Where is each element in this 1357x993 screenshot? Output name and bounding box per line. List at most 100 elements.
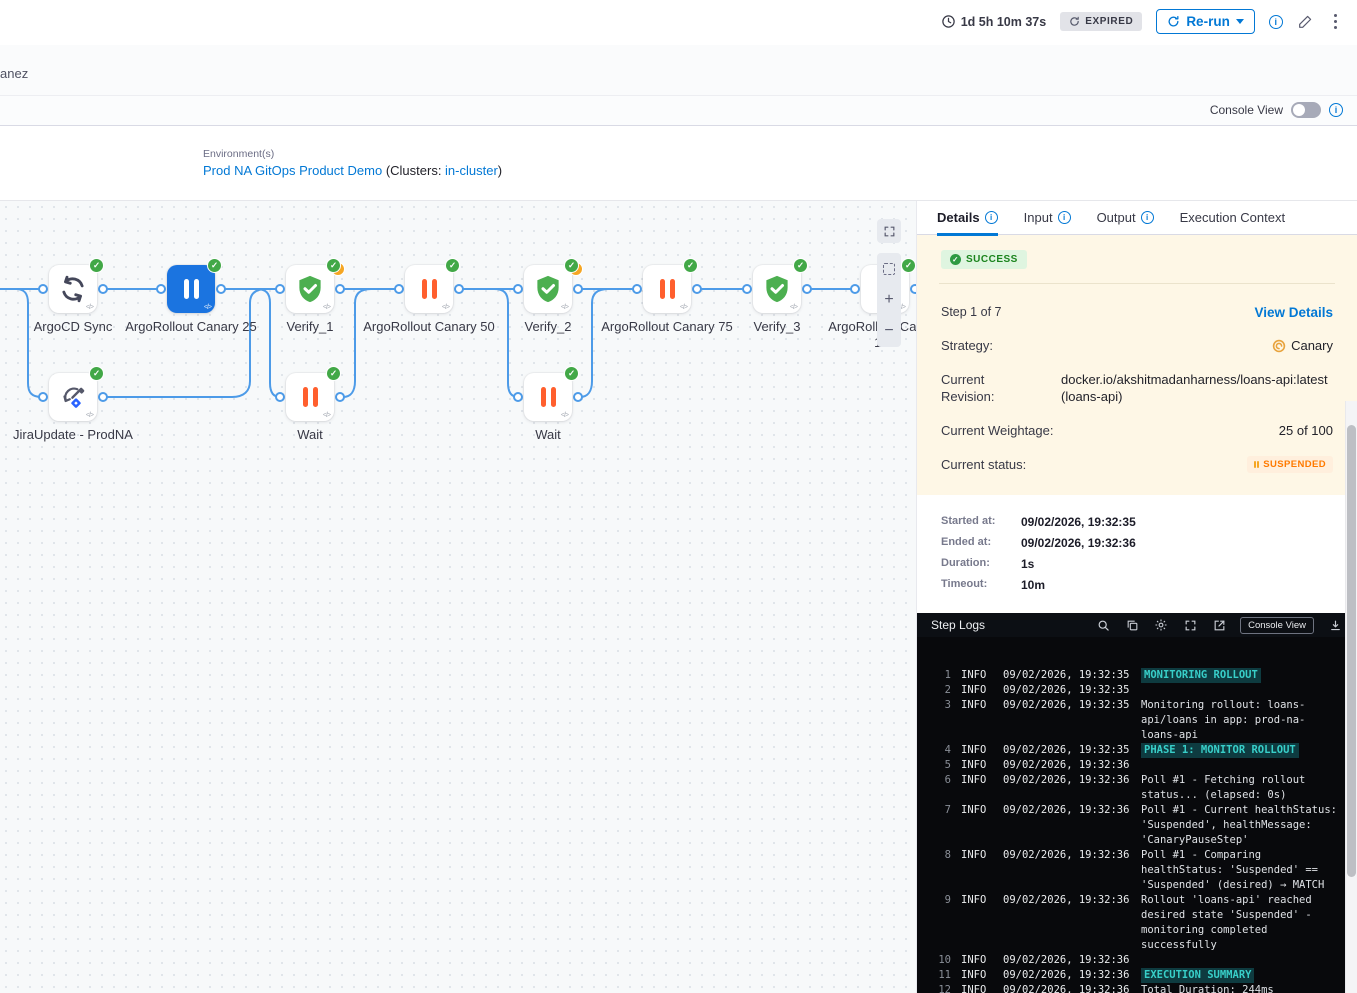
- log-message: Poll #1 - Current healthStatus: 'Suspend…: [1141, 803, 1343, 848]
- console-view-info-icon[interactable]: [1329, 103, 1343, 117]
- log-level: INFO: [961, 743, 993, 758]
- log-level: INFO: [961, 668, 993, 683]
- open-in-new-icon[interactable]: [1211, 617, 1227, 633]
- revision-value: docker.io/akshitmadanharness/loans-api:l…: [1061, 371, 1333, 405]
- log-search-icon[interactable]: [1095, 617, 1111, 633]
- template-icon: [442, 304, 449, 311]
- pipeline-node-verify-1[interactable]: Verify_1: [286, 265, 334, 313]
- log-level: INFO: [961, 848, 993, 893]
- log-message: EXECUTION SUMMARY: [1141, 968, 1254, 983]
- log-console-view-button[interactable]: Console View: [1240, 617, 1314, 634]
- success-badge-icon: [326, 258, 341, 273]
- cluster-link[interactable]: in-cluster: [445, 163, 498, 178]
- log-copy-icon[interactable]: [1124, 617, 1140, 633]
- log-timestamp: 09/02/2026, 19:32:36: [1003, 983, 1131, 993]
- pipeline-node-wait-2[interactable]: Wait: [524, 373, 572, 421]
- input-info-icon[interactable]: [1058, 211, 1071, 224]
- tab-details[interactable]: Details: [937, 201, 998, 235]
- details-info-icon[interactable]: [985, 211, 998, 224]
- template-icon: [680, 304, 687, 311]
- panel-tabs: Details Input Output Execution Context: [917, 201, 1357, 235]
- step-logs-section: Step Logs Console View: [917, 613, 1357, 993]
- rerun-info-icon[interactable]: [1269, 15, 1283, 29]
- log-timestamp: 09/02/2026, 19:32:36: [1003, 848, 1131, 893]
- zoom-to-fit-button[interactable]: [877, 258, 901, 280]
- more-options-icon[interactable]: [1328, 12, 1343, 31]
- rerun-button[interactable]: Re-run: [1156, 9, 1255, 34]
- pipeline-node-argorollout-canary-25[interactable]: ArgoRollout Canary 25: [167, 265, 215, 313]
- log-line: 2 INFO 09/02/2026, 19:32:35: [929, 683, 1343, 698]
- tab-input[interactable]: Input: [1024, 201, 1071, 235]
- pause-icon: [184, 279, 199, 299]
- fullscreen-canvas-button[interactable]: [877, 219, 901, 243]
- top-header: 1d 5h 10m 37s EXPIRED Re-run: [0, 0, 1357, 45]
- chevron-down-icon: [1236, 19, 1244, 24]
- shield-check-icon: [762, 274, 792, 304]
- tab-output[interactable]: Output: [1097, 201, 1154, 235]
- log-settings-icon[interactable]: [1153, 617, 1169, 633]
- log-line: 12 INFO 09/02/2026, 19:32:36 Total Durat…: [929, 983, 1343, 993]
- view-details-link[interactable]: View Details: [1254, 305, 1333, 320]
- environment-band: Environment(s) Prod NA GitOps Product De…: [0, 126, 1357, 200]
- log-message: PHASE 1: MONITOR ROLLOUT: [1141, 743, 1299, 758]
- zoom-in-button[interactable]: +: [877, 289, 901, 311]
- breadcrumb: anez: [0, 66, 28, 81]
- log-line-number: 7: [929, 803, 951, 848]
- log-line-number: 12: [929, 983, 951, 993]
- pipeline-node-verify-3[interactable]: Verify_3: [753, 265, 801, 313]
- log-timestamp: 09/02/2026, 19:32:36: [1003, 773, 1131, 803]
- success-status-badge: SUCCESS: [941, 250, 1027, 269]
- log-line-number: 6: [929, 773, 951, 803]
- log-fullscreen-icon[interactable]: [1182, 617, 1198, 633]
- pipeline-node-argorollout-canary-75[interactable]: ArgoRollout Canary 75: [643, 265, 691, 313]
- current-status-label: Current status:: [941, 456, 1026, 473]
- time-label: Started at:: [941, 515, 1021, 529]
- template-icon: [790, 304, 797, 311]
- canary-icon: [1272, 339, 1286, 353]
- pipeline-node-verify-2[interactable]: Verify_2: [524, 265, 572, 313]
- pause-icon: [303, 387, 318, 407]
- time-value: 10m: [1021, 578, 1333, 592]
- panel-scrollbar-thumb[interactable]: [1347, 425, 1356, 877]
- pipeline-node-wait-1[interactable]: Wait: [286, 373, 334, 421]
- log-level: INFO: [961, 893, 993, 953]
- log-timestamp: 09/02/2026, 19:32:35: [1003, 698, 1131, 743]
- success-badge-icon: [445, 258, 460, 273]
- log-line-number: 10: [929, 953, 951, 968]
- console-view-toggle[interactable]: [1291, 102, 1321, 118]
- tab-execution-context[interactable]: Execution Context: [1180, 201, 1286, 235]
- log-line-number: 1: [929, 668, 951, 683]
- log-timestamp: 09/02/2026, 19:32:36: [1003, 968, 1131, 983]
- node-label: ArgoCD Sync: [7, 319, 139, 335]
- edit-pencil-icon[interactable]: [1297, 13, 1314, 30]
- success-badge-icon: [564, 258, 579, 273]
- template-icon: [561, 304, 568, 311]
- success-badge-icon: [901, 258, 916, 273]
- log-timestamp: 09/02/2026, 19:32:36: [1003, 758, 1131, 773]
- weightage-label: Current Weightage:: [941, 422, 1054, 439]
- log-list[interactable]: 1 INFO 09/02/2026, 19:32:35 MONITORING R…: [917, 637, 1357, 993]
- time-label: Ended at:: [941, 536, 1021, 550]
- environment-link[interactable]: Prod NA GitOps Product Demo: [203, 163, 382, 178]
- clock-icon: [941, 14, 956, 29]
- success-badge-icon: [89, 366, 104, 381]
- output-info-icon[interactable]: [1141, 211, 1154, 224]
- time-row: Ended at: 09/02/2026, 19:32:36: [941, 536, 1333, 550]
- log-level: INFO: [961, 968, 993, 983]
- pipeline-canvas[interactable]: ArgoCD Sync ArgoRollout Canary 25 Verify…: [0, 201, 916, 993]
- log-line-number: 4: [929, 743, 951, 758]
- log-line-number: 8: [929, 848, 951, 893]
- divider: [939, 283, 1335, 284]
- node-label: ArgoRollout Canary 50: [363, 319, 495, 335]
- pipeline-node-jiraupdate-prodna[interactable]: JiraUpdate - ProdNA: [49, 373, 97, 421]
- log-line: 10 INFO 09/02/2026, 19:32:36: [929, 953, 1343, 968]
- execution-duration: 1d 5h 10m 37s: [941, 14, 1046, 29]
- log-message: [1141, 953, 1343, 968]
- shield-check-icon: [295, 274, 325, 304]
- download-logs-icon[interactable]: [1327, 617, 1343, 633]
- pipeline-node-argorollout-canary-50[interactable]: ArgoRollout Canary 50: [405, 265, 453, 313]
- zoom-out-button[interactable]: −: [877, 320, 901, 342]
- log-level: INFO: [961, 803, 993, 848]
- pipeline-node-argocd-sync[interactable]: ArgoCD Sync: [49, 265, 97, 313]
- expired-status-badge: EXPIRED: [1060, 12, 1142, 31]
